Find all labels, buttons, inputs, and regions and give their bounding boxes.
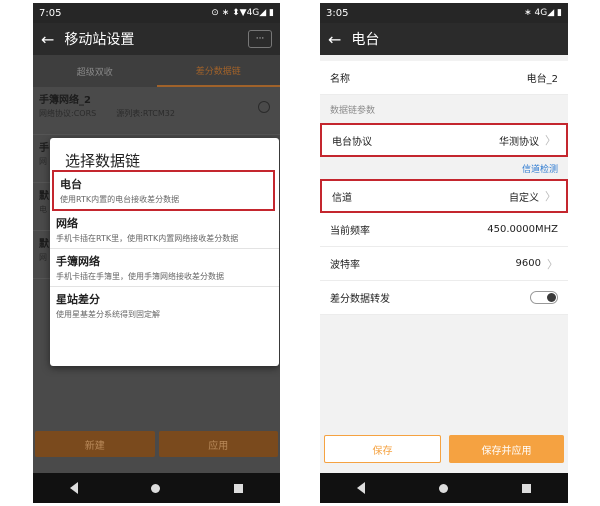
list-item-title: 手簿网络_2 bbox=[39, 95, 91, 106]
list-item-sub: 网 bbox=[39, 157, 47, 166]
option-title: 网络 bbox=[56, 217, 78, 230]
option-desc: 使用RTK内置的电台接收差分数据 bbox=[60, 195, 180, 204]
row-label: 名称 bbox=[330, 74, 350, 85]
system-nav-bar bbox=[320, 473, 568, 503]
new-button[interactable]: 新建 bbox=[35, 431, 155, 457]
nav-back-icon[interactable] bbox=[69, 482, 78, 494]
tab-data-link[interactable]: 差分数据链 bbox=[156, 55, 280, 87]
save-button[interactable]: 保存 bbox=[324, 435, 441, 463]
chevron-right-icon: 〉 bbox=[545, 190, 556, 203]
row-value: 9600 bbox=[515, 258, 541, 269]
option-handheld-network[interactable]: 手簿网络 手机卡插在手簿里，使用手簿网络接收差分数据 bbox=[50, 249, 279, 287]
nav-home-icon[interactable] bbox=[151, 483, 161, 493]
page-title: 移动站设置 bbox=[64, 32, 135, 48]
page-title: 电台 bbox=[351, 32, 380, 48]
row-label: 信道 bbox=[332, 192, 352, 204]
option-title: 星站差分 bbox=[56, 293, 100, 306]
left-phone-screen: 7:05 ⊙ ∗ ⬍▼4G◢ ▮ ← 移动站设置 ··· 超级双收 差分数据链 … bbox=[33, 3, 280, 503]
status-bar: 7:05 ⊙ ∗ ⬍▼4G◢ ▮ bbox=[33, 3, 280, 23]
more-menu-button[interactable]: ··· bbox=[248, 30, 272, 48]
option-satellite-diff[interactable]: 星站差分 使用星基差分系统得到固定解 bbox=[50, 287, 279, 324]
option-radio[interactable]: 电台 使用RTK内置的电台接收差分数据 bbox=[52, 170, 275, 211]
status-time: 3:05 bbox=[326, 7, 349, 19]
row-value: 华测协议 bbox=[499, 136, 539, 148]
bottom-actions: 保存 保存并应用 bbox=[324, 435, 564, 463]
option-title: 电台 bbox=[60, 178, 82, 191]
frequency-row: 当前频率 450.0000MHZ bbox=[320, 213, 568, 247]
apply-button[interactable]: 应用 bbox=[158, 431, 278, 457]
option-desc: 使用星基差分系统得到固定解 bbox=[56, 310, 160, 319]
app-bar: ← 移动站设置 ··· bbox=[33, 23, 280, 55]
save-and-apply-button[interactable]: 保存并应用 bbox=[449, 435, 564, 463]
row-label: 差分数据转发 bbox=[330, 294, 390, 305]
nav-back-icon[interactable] bbox=[357, 482, 365, 494]
list-item-sub: 网 bbox=[39, 253, 47, 262]
nav-recents-icon[interactable] bbox=[522, 483, 531, 493]
radio-protocol-row[interactable]: 电台协议 华测协议〉 bbox=[320, 123, 568, 157]
status-icons: ⊙ ∗ ⬍▼4G◢ ▮ bbox=[211, 8, 274, 18]
row-value: 450.0000MHZ bbox=[487, 224, 558, 235]
row-value: 电台_2 bbox=[526, 74, 558, 85]
status-time: 7:05 bbox=[39, 7, 62, 19]
row-label: 当前频率 bbox=[330, 226, 370, 237]
list-item-sub: 网络协议:CORS bbox=[39, 109, 97, 118]
bottom-actions: 新建 应用 bbox=[33, 431, 280, 457]
check-circle-icon[interactable] bbox=[258, 101, 270, 113]
channel-row[interactable]: 信道 自定义〉 bbox=[320, 179, 568, 213]
option-network[interactable]: 网络 手机卡插在RTK里，使用RTK内置网络接收差分数据 bbox=[50, 211, 279, 249]
status-icons: ∗ 4G◢ ▮ bbox=[524, 8, 562, 18]
row-value: 自定义 bbox=[509, 192, 539, 204]
diff-forward-row: 差分数据转发 bbox=[320, 281, 568, 315]
select-data-link-dialog: 选择数据链 电台 使用RTK内置的电台接收差分数据 网络 手机卡插在RTK里，使… bbox=[50, 138, 279, 366]
dialog-title: 选择数据链 bbox=[65, 152, 141, 170]
option-desc: 手机卡插在手簿里，使用手簿网络接收差分数据 bbox=[56, 272, 224, 281]
tab-bar: 超级双收 差分数据链 bbox=[33, 55, 280, 87]
nav-home-icon[interactable] bbox=[439, 483, 448, 493]
app-bar: ← 电台 bbox=[320, 23, 568, 55]
section-header: 数据链参数 bbox=[330, 105, 376, 116]
list-item-sub: 源列表:RTCM32 bbox=[116, 109, 175, 118]
option-desc: 手机卡插在RTK里，使用RTK内置网络接收差分数据 bbox=[56, 234, 239, 243]
name-row[interactable]: 名称 电台_2 bbox=[320, 61, 568, 95]
list-item-sub: 电 bbox=[39, 205, 47, 214]
tab-dual-receiver[interactable]: 超级双收 bbox=[33, 55, 157, 87]
chevron-right-icon: 〉 bbox=[547, 257, 558, 271]
status-bar: 3:05 ∗ 4G◢ ▮ bbox=[320, 3, 568, 23]
chevron-right-icon: 〉 bbox=[545, 134, 556, 147]
option-title: 手簿网络 bbox=[56, 255, 100, 268]
channel-check-link[interactable]: 信道检测 bbox=[320, 157, 568, 179]
list-item[interactable]: 手簿网络_2 网络协议:CORS 源列表:RTCM32 bbox=[33, 87, 280, 135]
system-nav-bar bbox=[33, 473, 280, 503]
nav-recents-icon[interactable] bbox=[234, 483, 244, 493]
back-arrow-icon[interactable]: ← bbox=[328, 30, 341, 49]
diff-forward-toggle[interactable] bbox=[530, 291, 558, 304]
right-phone-screen: 3:05 ∗ 4G◢ ▮ ← 电台 名称 电台_2 数据链参数 电台协议 华测协… bbox=[320, 3, 568, 503]
row-label: 电台协议 bbox=[332, 136, 372, 148]
baud-rate-row[interactable]: 波特率 9600 〉 bbox=[320, 247, 568, 281]
back-arrow-icon[interactable]: ← bbox=[41, 30, 54, 49]
row-label: 波特率 bbox=[330, 260, 360, 271]
